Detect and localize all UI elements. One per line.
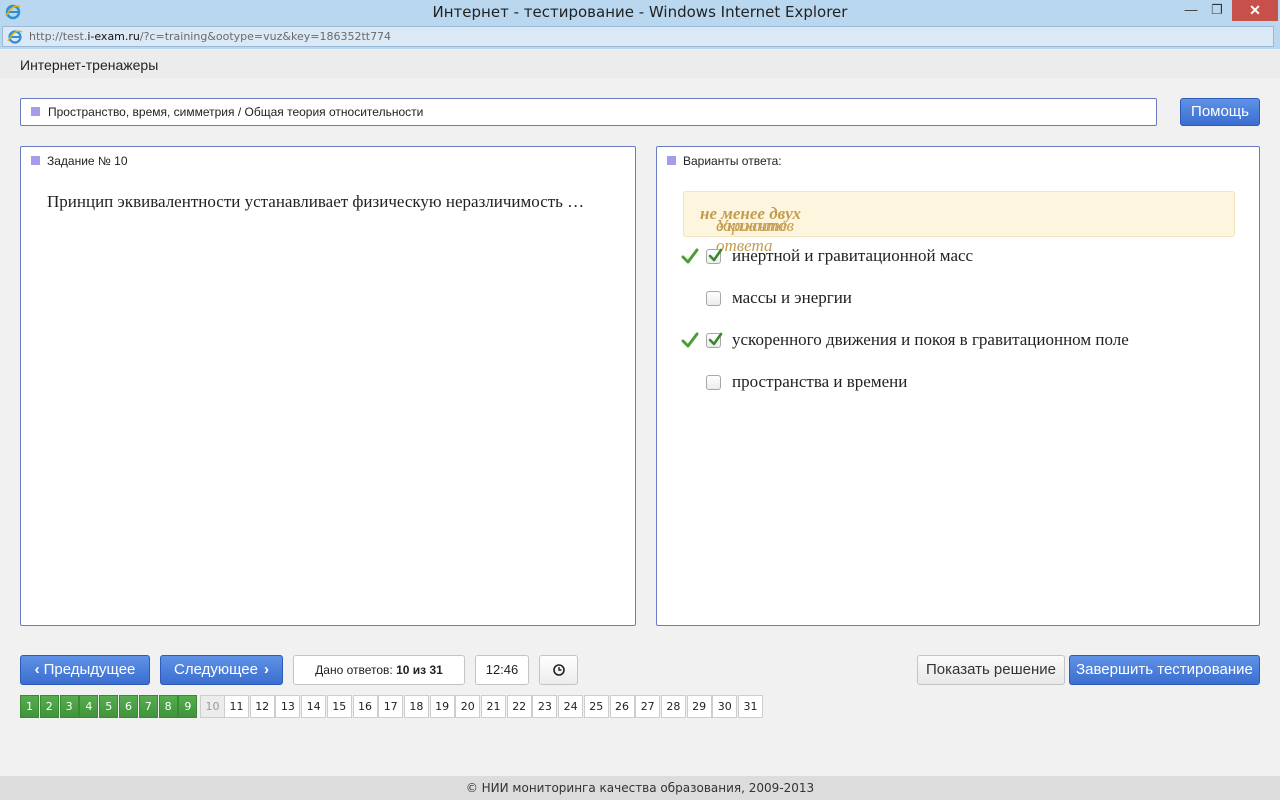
question-number-2[interactable]: 2 — [39, 695, 59, 718]
chevron-right-icon: › — [263, 661, 269, 678]
answer-option-text: инертной и гравитационной масс — [732, 246, 974, 265]
answers-panel: Варианты ответа: Укажите не менее двух в… — [656, 146, 1260, 626]
question-number-23[interactable]: 23 — [532, 695, 558, 718]
chevron-left-icon: ‹ — [34, 661, 40, 678]
check-icon — [708, 248, 723, 262]
answer-checkbox[interactable] — [706, 375, 721, 390]
question-number-24[interactable]: 24 — [558, 695, 584, 718]
minimize-button[interactable]: — — [1180, 0, 1202, 21]
answer-option[interactable]: массы и энергии — [657, 287, 1257, 315]
square-bullet-icon — [31, 107, 40, 116]
question-number-18[interactable]: 18 — [403, 695, 429, 718]
question-number-14[interactable]: 14 — [301, 695, 327, 718]
check-icon — [708, 332, 723, 346]
window-titlebar: Интернет - тестирование - Windows Intern… — [0, 0, 1280, 25]
brand-title: Интернет-тренажеры — [20, 57, 159, 73]
question-number-25[interactable]: 25 — [583, 695, 609, 718]
footer-copyright: © НИИ мониторинга качества образования, … — [0, 776, 1280, 800]
question-heading: Задание № 10 — [47, 154, 128, 168]
answer-option-text: массы и энергии — [732, 288, 852, 307]
address-input[interactable]: http://test.i-exam.ru/?c=training&ootype… — [2, 26, 1274, 47]
question-number-1[interactable]: 1 — [20, 695, 39, 718]
question-number-3[interactable]: 3 — [59, 695, 79, 718]
topic-bar: Пространство, время, симметрия / Общая т… — [20, 98, 1157, 126]
question-number-19[interactable]: 19 — [429, 695, 455, 718]
question-number-16[interactable]: 16 — [352, 695, 378, 718]
answer-option-text: пространства и времени — [732, 372, 908, 391]
previous-button[interactable]: ‹ Предыдущее — [20, 655, 150, 685]
question-number-10[interactable]: 10 — [200, 695, 225, 718]
answer-checkbox[interactable] — [706, 332, 723, 348]
question-number-15[interactable]: 15 — [326, 695, 352, 718]
show-solution-button[interactable]: Показать решение — [917, 655, 1065, 685]
question-number-20[interactable]: 20 — [455, 695, 481, 718]
help-button[interactable]: Помощь — [1180, 98, 1260, 126]
question-number-7[interactable]: 7 — [138, 695, 158, 718]
maximize-button[interactable]: ❐ — [1206, 0, 1228, 21]
question-panel: Задание № 10 Принцип эквивалентности уст… — [20, 146, 636, 626]
question-number-31[interactable]: 31 — [738, 695, 763, 718]
next-button[interactable]: Следующее › — [160, 655, 283, 685]
close-button[interactable]: ✕ — [1232, 0, 1278, 21]
square-bullet-icon — [667, 156, 676, 165]
answer-checkbox[interactable] — [706, 291, 721, 306]
question-number-17[interactable]: 17 — [378, 695, 404, 718]
question-number-4[interactable]: 4 — [79, 695, 99, 718]
question-number-9[interactable]: 9 — [178, 695, 198, 718]
correct-checkmark-icon — [681, 248, 699, 264]
question-number-8[interactable]: 8 — [158, 695, 178, 718]
question-number-12[interactable]: 12 — [249, 695, 275, 718]
correct-checkmark-icon — [681, 332, 699, 348]
page-header: Интернет-тренажеры — [0, 50, 1280, 78]
answers-heading: Варианты ответа: — [683, 154, 782, 168]
window-title: Интернет - тестирование - Windows Intern… — [432, 3, 848, 21]
topic-text: Пространство, время, симметрия / Общая т… — [48, 105, 424, 119]
answer-option-text: ускоренного движения и покоя в гравитаци… — [732, 330, 1129, 349]
ie-page-icon — [7, 30, 23, 44]
address-url: http://test.i-exam.ru/?c=training&ootype… — [29, 30, 392, 43]
question-text: Принцип эквивалентности устанавливает фи… — [47, 192, 585, 211]
answer-option[interactable]: пространства и времени — [657, 371, 1257, 399]
question-number-27[interactable]: 27 — [635, 695, 661, 718]
question-number-30[interactable]: 30 — [712, 695, 738, 718]
clock-button[interactable] — [539, 655, 578, 685]
question-number-28[interactable]: 28 — [660, 695, 686, 718]
answered-counter: Дано ответов: 10 из 31 — [293, 655, 465, 685]
timer-display: 12:46 — [475, 655, 529, 685]
question-number-22[interactable]: 22 — [506, 695, 532, 718]
answer-option[interactable]: ускоренного движения и покоя в гравитаци… — [657, 329, 1257, 357]
question-number-26[interactable]: 26 — [609, 695, 635, 718]
question-number-5[interactable]: 5 — [99, 695, 119, 718]
address-bar: http://test.i-exam.ru/?c=training&ootype… — [0, 25, 1280, 49]
square-bullet-icon — [31, 156, 40, 165]
answer-checkbox[interactable] — [706, 248, 723, 264]
question-number-29[interactable]: 29 — [686, 695, 712, 718]
question-number-11[interactable]: 11 — [224, 695, 249, 718]
question-number-13[interactable]: 13 — [275, 695, 301, 718]
answer-option[interactable]: инертной и гравитационной масс — [657, 245, 1257, 273]
finish-test-button[interactable]: Завершить тестирование — [1069, 655, 1260, 685]
answer-hint: Укажите не менее двух вариантов ответа — [683, 191, 1235, 255]
question-number-6[interactable]: 6 — [119, 695, 138, 718]
clock-icon — [553, 664, 565, 676]
question-number-21[interactable]: 21 — [481, 695, 506, 718]
